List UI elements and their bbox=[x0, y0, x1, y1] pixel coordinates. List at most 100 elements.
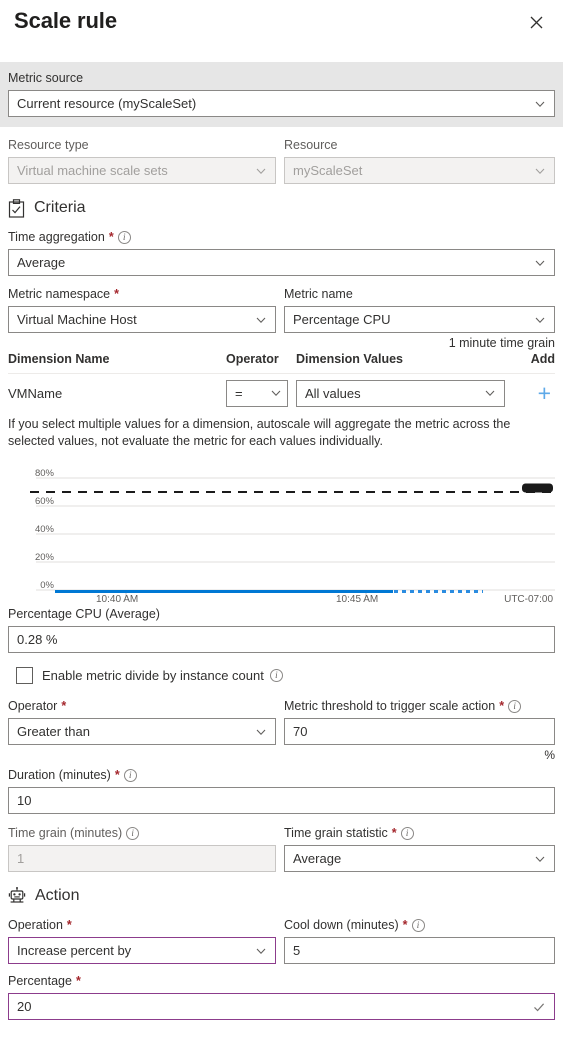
criteria-section-title: Criteria bbox=[34, 199, 86, 216]
required-asterisk: * bbox=[499, 699, 505, 713]
operator-value: Greater than bbox=[17, 724, 90, 739]
time-aggregation-select[interactable]: Average bbox=[8, 249, 555, 276]
metric-source-select[interactable]: Current resource (myScaleSet) bbox=[8, 90, 555, 117]
time-grain-input: 1 bbox=[8, 845, 276, 872]
page-title: Scale rule bbox=[14, 8, 117, 33]
dimension-operator-select[interactable]: = bbox=[226, 379, 288, 407]
x-tick-label: 10:40 AM bbox=[96, 594, 139, 605]
chevron-down-icon bbox=[535, 260, 545, 266]
info-icon[interactable]: i bbox=[400, 827, 414, 840]
chart-timezone-label: UTC-07:00 bbox=[504, 594, 553, 605]
duration-input[interactable]: 10 bbox=[8, 787, 555, 814]
column-header-dimension-name: Dimension Name bbox=[8, 352, 110, 366]
info-icon[interactable]: i bbox=[117, 231, 131, 244]
chevron-down-icon bbox=[535, 101, 545, 107]
info-icon[interactable]: i bbox=[508, 700, 522, 713]
metric-name-value: Percentage CPU bbox=[293, 312, 391, 327]
svg-text:60%: 60% bbox=[35, 496, 55, 507]
chevron-down-icon bbox=[256, 729, 266, 735]
metric-source-value: Current resource (myScaleSet) bbox=[17, 96, 197, 111]
column-header-dimension-values: Dimension Values bbox=[296, 352, 403, 366]
resource-value: myScaleSet bbox=[293, 163, 363, 178]
required-asterisk: * bbox=[75, 974, 81, 988]
metric-namespace-label: Metric namespace * bbox=[8, 287, 119, 301]
threshold-label: Metric threshold to trigger scale action… bbox=[284, 698, 555, 715]
robot-icon bbox=[8, 886, 26, 903]
required-asterisk: * bbox=[402, 918, 408, 932]
info-icon[interactable]: i bbox=[126, 827, 140, 840]
operation-label: Operation * bbox=[8, 918, 72, 932]
metric-namespace-value: Virtual Machine Host bbox=[17, 312, 137, 327]
required-asterisk: * bbox=[391, 826, 397, 840]
dialog-header: Scale rule bbox=[0, 0, 563, 62]
time-grain-statistic-select[interactable]: Average bbox=[284, 845, 555, 872]
resource-type-value: Virtual machine scale sets bbox=[17, 163, 168, 178]
action-section-header: Action bbox=[8, 886, 555, 906]
time-aggregation-label: Time aggregation * i bbox=[8, 229, 555, 246]
time-grain-statistic-label: Time grain statistic * i bbox=[284, 825, 555, 842]
operator-label: Operator * bbox=[8, 699, 67, 713]
svg-text:40%: 40% bbox=[35, 524, 55, 535]
time-grain-note: 1 minute time grain bbox=[448, 336, 555, 350]
operation-select[interactable]: Increase percent by bbox=[8, 937, 276, 964]
threshold-input[interactable]: 70 bbox=[284, 718, 555, 745]
dimension-name-cell: VMName bbox=[8, 385, 63, 401]
threshold-unit-suffix: % bbox=[544, 748, 555, 762]
metric-source-label: Metric source bbox=[8, 71, 84, 85]
cooldown-value: 5 bbox=[293, 943, 301, 958]
chevron-down-icon bbox=[256, 948, 266, 954]
valid-check-icon bbox=[534, 1002, 545, 1011]
percentage-input[interactable]: 20 bbox=[8, 993, 555, 1020]
dimension-hint-text: If you select multiple values for a dime… bbox=[8, 417, 511, 448]
info-icon[interactable]: i bbox=[269, 669, 283, 682]
required-asterisk: * bbox=[114, 768, 120, 782]
divide-by-instance-count-checkbox[interactable] bbox=[16, 667, 33, 684]
dimension-values-select[interactable]: All values bbox=[296, 379, 505, 407]
add-dimension-button[interactable]: + bbox=[538, 381, 555, 405]
x-tick-label: 10:45 AM bbox=[336, 594, 379, 605]
chevron-down-icon bbox=[535, 168, 545, 174]
metric-name-label: Metric name bbox=[284, 287, 353, 301]
info-icon[interactable]: i bbox=[411, 919, 425, 932]
chevron-down-icon bbox=[256, 168, 266, 174]
dimension-operator-value: = bbox=[235, 385, 243, 401]
cooldown-label: Cool down (minutes) * i bbox=[284, 917, 555, 934]
operator-select[interactable]: Greater than bbox=[8, 718, 276, 745]
resource-type-select: Virtual machine scale sets bbox=[8, 157, 276, 184]
chevron-down-icon bbox=[256, 317, 266, 323]
column-header-operator: Operator bbox=[226, 352, 279, 366]
metric-name-select[interactable]: Percentage CPU bbox=[284, 306, 555, 333]
chevron-down-icon bbox=[485, 390, 495, 396]
time-grain-value: 1 bbox=[17, 851, 25, 866]
table-row: VMName = All values + bbox=[8, 374, 555, 412]
required-asterisk: * bbox=[108, 230, 114, 244]
metric-source-section: Metric source Current resource (myScaleS… bbox=[0, 62, 563, 127]
svg-text:0%: 0% bbox=[40, 580, 54, 591]
time-aggregation-value: Average bbox=[17, 255, 66, 270]
duration-label: Duration (minutes) * i bbox=[8, 767, 555, 784]
percentage-value: 20 bbox=[17, 999, 32, 1014]
required-asterisk: * bbox=[66, 918, 72, 932]
svg-text:20%: 20% bbox=[35, 552, 55, 563]
close-button[interactable] bbox=[523, 9, 549, 35]
dimension-values-value: All values bbox=[305, 385, 361, 401]
metric-namespace-select[interactable]: Virtual Machine Host bbox=[8, 306, 276, 333]
required-asterisk: * bbox=[61, 699, 67, 713]
metric-chart: 80% 60% 40% 20% 0% 10:40 AM 10:45 AM UTC… bbox=[8, 460, 555, 605]
resource-label: Resource bbox=[284, 138, 338, 152]
dimensions-table-header: Dimension Name Operator Dimension Values… bbox=[8, 352, 555, 374]
duration-value: 10 bbox=[17, 793, 32, 808]
divide-by-instance-count-row[interactable]: Enable metric divide by instance count i bbox=[16, 667, 555, 684]
metric-readout-value-field: 0.28 % bbox=[8, 626, 555, 653]
threshold-value: 70 bbox=[293, 724, 308, 739]
resource-type-label: Resource type bbox=[8, 138, 89, 152]
chevron-down-icon bbox=[271, 390, 281, 396]
info-icon[interactable]: i bbox=[123, 769, 137, 782]
required-asterisk: * bbox=[114, 287, 119, 301]
time-grain-label: Time grain (minutes) i bbox=[8, 825, 276, 842]
metric-readout-value: 0.28 % bbox=[17, 632, 58, 647]
cooldown-input[interactable]: 5 bbox=[284, 937, 555, 964]
action-section-title: Action bbox=[35, 887, 80, 904]
chevron-down-icon bbox=[535, 317, 545, 323]
svg-text:80%: 80% bbox=[35, 468, 55, 479]
